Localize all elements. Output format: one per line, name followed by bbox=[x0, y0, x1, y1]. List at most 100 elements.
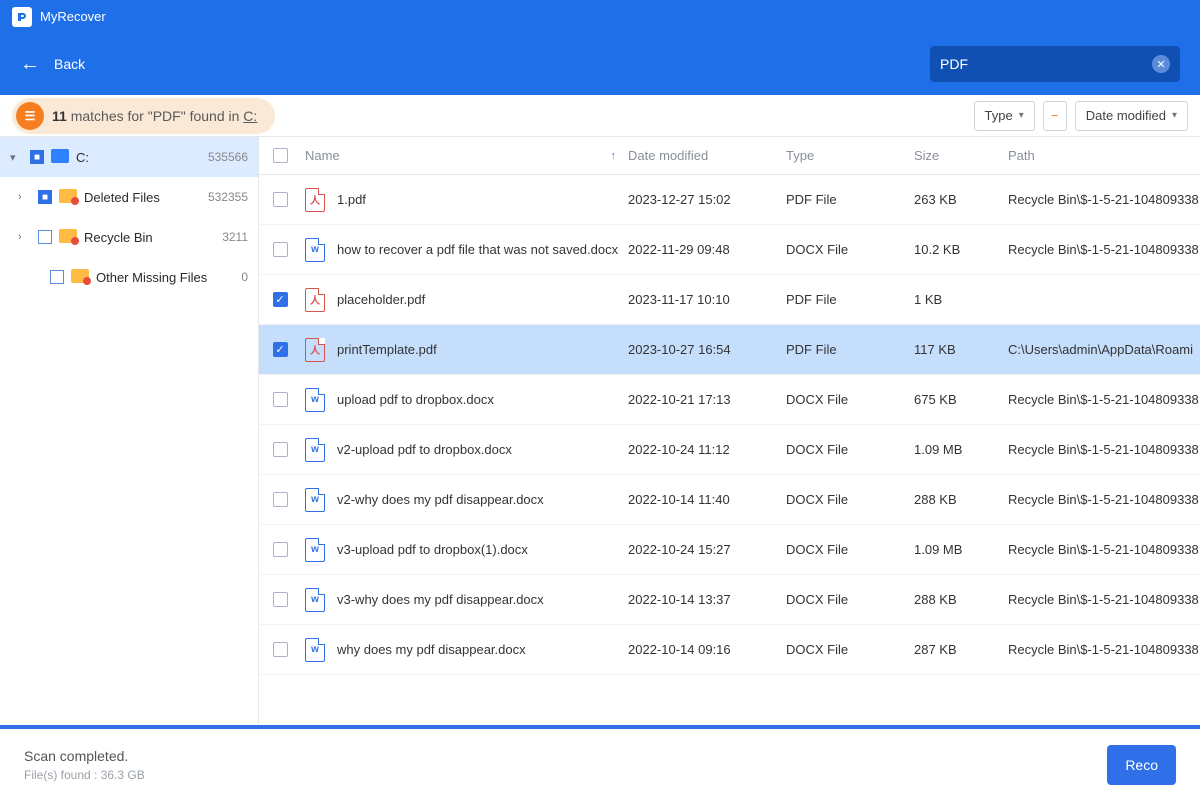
chevron-down-icon: ▾ bbox=[1019, 110, 1024, 121]
file-row[interactable]: wwhy does my pdf disappear.docx2022-10-1… bbox=[259, 625, 1200, 675]
search-field[interactable]: ✕ bbox=[930, 46, 1180, 82]
file-row[interactable]: whow to recover a pdf file that was not … bbox=[259, 225, 1200, 275]
row-checkbox[interactable] bbox=[273, 542, 288, 557]
cell-date: 2022-10-21 17:13 bbox=[628, 392, 786, 407]
recover-button[interactable]: Reco bbox=[1107, 745, 1176, 785]
cell-path: Recycle Bin\$-1-5-21-104809338 bbox=[1008, 542, 1200, 557]
cell-size: 675 KB bbox=[914, 392, 1008, 407]
row-checkbox[interactable]: ✓ bbox=[273, 292, 288, 307]
row-checkbox[interactable]: ✓ bbox=[273, 342, 288, 357]
file-row[interactable]: ✓人printTemplate.pdf2023-10-27 16:54PDF F… bbox=[259, 325, 1200, 375]
file-row[interactable]: wv3-upload pdf to dropbox(1).docx2022-10… bbox=[259, 525, 1200, 575]
folder-icon bbox=[70, 269, 90, 286]
expand-icon[interactable]: › bbox=[18, 231, 32, 243]
docx-file-icon: w bbox=[305, 488, 325, 512]
pdf-file-icon: 人 bbox=[305, 288, 325, 312]
expand-icon[interactable]: › bbox=[18, 191, 32, 203]
cell-path: Recycle Bin\$-1-5-21-104809338 bbox=[1008, 392, 1200, 407]
row-checkbox[interactable] bbox=[273, 192, 288, 207]
cell-type: DOCX File bbox=[786, 592, 914, 607]
footer: Scan completed. File(s) found : 36.3 GB … bbox=[0, 729, 1200, 800]
sidebar-item-count: 0 bbox=[241, 270, 248, 284]
row-checkbox[interactable] bbox=[273, 492, 288, 507]
column-path[interactable]: Path bbox=[1008, 148, 1200, 163]
expand-icon[interactable]: ▾ bbox=[10, 151, 24, 164]
column-type[interactable]: Type bbox=[786, 148, 914, 163]
docx-file-icon: w bbox=[305, 438, 325, 462]
filter-group: Type▾ − Date modified▾ bbox=[974, 101, 1188, 131]
row-checkbox[interactable] bbox=[273, 592, 288, 607]
cell-date: 2022-10-14 09:16 bbox=[628, 642, 786, 657]
sidebar-item[interactable]: ›■Deleted Files532355 bbox=[0, 177, 258, 217]
sidebar: ▾■C:535566›■Deleted Files532355›Recycle … bbox=[0, 137, 259, 725]
column-size[interactable]: Size bbox=[914, 148, 1008, 163]
cell-type: DOCX File bbox=[786, 392, 914, 407]
cell-size: 1.09 MB bbox=[914, 442, 1008, 457]
sidebar-item-label: Recycle Bin bbox=[84, 230, 222, 245]
docx-file-icon: w bbox=[305, 388, 325, 412]
checkbox[interactable]: ■ bbox=[38, 190, 52, 204]
docx-file-icon: w bbox=[305, 588, 325, 612]
cell-path: Recycle Bin\$-1-5-21-104809338 bbox=[1008, 642, 1200, 657]
row-checkbox[interactable] bbox=[273, 242, 288, 257]
checkbox[interactable]: ■ bbox=[30, 150, 44, 164]
search-input[interactable] bbox=[940, 56, 1152, 72]
cell-name: wv2-upload pdf to dropbox.docx bbox=[301, 438, 628, 462]
cell-size: 10.2 KB bbox=[914, 242, 1008, 257]
cell-path: C:\Users\admin\AppData\Roami bbox=[1008, 342, 1200, 357]
cell-size: 288 KB bbox=[914, 592, 1008, 607]
sidebar-item-label: C: bbox=[76, 150, 208, 165]
cell-path: Recycle Bin\$-1-5-21-104809338 bbox=[1008, 242, 1200, 257]
row-checkbox[interactable] bbox=[273, 442, 288, 457]
row-checkbox[interactable] bbox=[273, 392, 288, 407]
checkbox[interactable] bbox=[50, 270, 64, 284]
cell-size: 117 KB bbox=[914, 342, 1008, 357]
clear-search-icon[interactable]: ✕ bbox=[1152, 55, 1170, 73]
row-checkbox[interactable] bbox=[273, 642, 288, 657]
file-row[interactable]: 人1.pdf2023-12-27 15:02PDF File263 KBRecy… bbox=[259, 175, 1200, 225]
file-row[interactable]: wv3-why does my pdf disappear.docx2022-1… bbox=[259, 575, 1200, 625]
column-name[interactable]: Name ↑ bbox=[301, 148, 628, 163]
cell-size: 287 KB bbox=[914, 642, 1008, 657]
cell-name: 人1.pdf bbox=[301, 188, 628, 212]
back-label: Back bbox=[54, 56, 85, 72]
file-row[interactable]: wv2-why does my pdf disappear.docx2022-1… bbox=[259, 475, 1200, 525]
header-checkbox[interactable] bbox=[259, 148, 301, 163]
matches-pill: ☰ 11 matches for "PDF" found in C: bbox=[12, 98, 275, 134]
cell-type: DOCX File bbox=[786, 492, 914, 507]
file-row[interactable]: wv2-upload pdf to dropbox.docx2022-10-24… bbox=[259, 425, 1200, 475]
cell-name: wv2-why does my pdf disappear.docx bbox=[301, 488, 628, 512]
cell-date: 2022-11-29 09:48 bbox=[628, 242, 786, 257]
file-row[interactable]: wupload pdf to dropbox.docx2022-10-21 17… bbox=[259, 375, 1200, 425]
app-title: MyRecover bbox=[40, 9, 106, 24]
sidebar-item[interactable]: ▾ ■ C:535566 bbox=[0, 137, 258, 177]
cell-name: wv3-upload pdf to dropbox(1).docx bbox=[301, 538, 628, 562]
cell-type: PDF File bbox=[786, 192, 914, 207]
match-drive-link[interactable]: C: bbox=[243, 108, 257, 124]
grid-header: Name ↑ Date modified Type Size Path bbox=[259, 137, 1200, 175]
cell-size: 263 KB bbox=[914, 192, 1008, 207]
cell-date: 2022-10-14 13:37 bbox=[628, 592, 786, 607]
list-icon: ☰ bbox=[16, 102, 44, 130]
column-date[interactable]: Date modified bbox=[628, 148, 786, 163]
sidebar-item[interactable]: Other Missing Files0 bbox=[0, 257, 258, 297]
filter-clear-button[interactable]: − bbox=[1043, 101, 1067, 131]
checkbox[interactable] bbox=[38, 230, 52, 244]
file-row[interactable]: ✓人placeholder.pdf2023-11-17 10:10PDF Fil… bbox=[259, 275, 1200, 325]
cell-name: whow to recover a pdf file that was not … bbox=[301, 238, 628, 262]
cell-size: 1 KB bbox=[914, 292, 1008, 307]
filter-date-dropdown[interactable]: Date modified▾ bbox=[1075, 101, 1188, 131]
cell-path: Recycle Bin\$-1-5-21-104809338 bbox=[1008, 592, 1200, 607]
cell-date: 2022-10-24 11:12 bbox=[628, 442, 786, 457]
sidebar-item-count: 3211 bbox=[222, 230, 248, 244]
sidebar-item[interactable]: › Recycle Bin3211 bbox=[0, 217, 258, 257]
cell-date: 2022-10-24 15:27 bbox=[628, 542, 786, 557]
app-logo-icon bbox=[12, 7, 32, 27]
scan-status: Scan completed. bbox=[24, 748, 145, 764]
cell-name: 人printTemplate.pdf bbox=[301, 338, 628, 362]
back-button[interactable]: ← Back bbox=[20, 53, 85, 76]
sidebar-item-count: 535566 bbox=[208, 150, 248, 164]
cell-type: DOCX File bbox=[786, 442, 914, 457]
title-bar: MyRecover bbox=[0, 0, 1200, 33]
filter-type-dropdown[interactable]: Type▾ bbox=[974, 101, 1035, 131]
